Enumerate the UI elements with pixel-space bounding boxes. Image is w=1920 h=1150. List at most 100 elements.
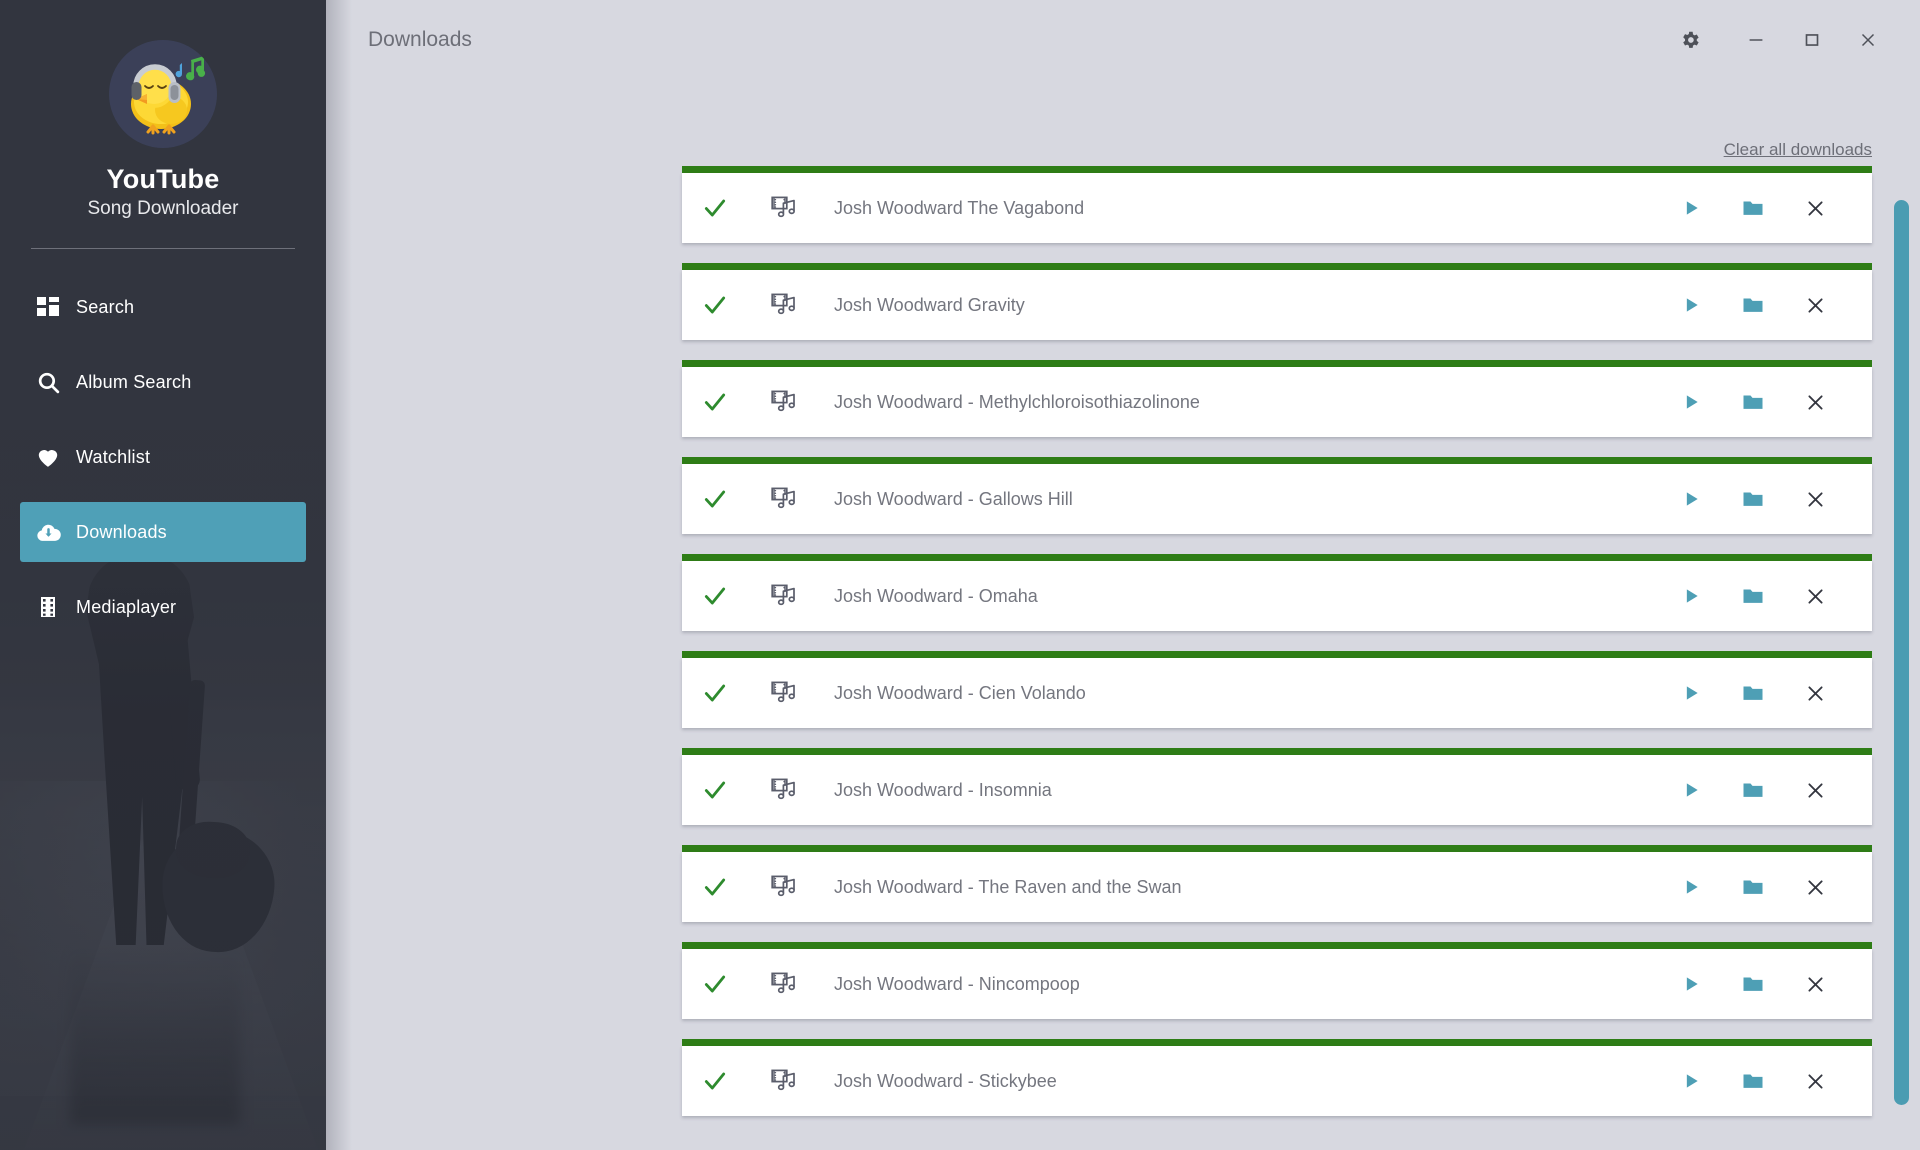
- sidebar-item-watchlist[interactable]: Watchlist: [20, 427, 306, 487]
- play-icon[interactable]: [1660, 857, 1722, 917]
- maximize-button[interactable]: [1784, 20, 1840, 64]
- close-icon[interactable]: [1784, 178, 1846, 238]
- download-row[interactable]: Josh Woodward - Cien Volando: [682, 651, 1872, 728]
- brand-subtitle: Song Downloader: [87, 198, 239, 219]
- close-icon[interactable]: [1784, 372, 1846, 432]
- download-row[interactable]: Josh Woodward - Stickybee: [682, 1039, 1872, 1116]
- download-progress-bar: [682, 942, 1872, 949]
- downloads-scrollbar-thumb[interactable]: [1894, 200, 1909, 1105]
- sidebar-nav: Search Album Search Watchlist Downloads …: [0, 277, 326, 637]
- play-icon[interactable]: [1660, 1051, 1722, 1111]
- folder-icon[interactable]: [1722, 372, 1784, 432]
- download-actions: [1660, 469, 1872, 529]
- close-icon[interactable]: [1784, 1051, 1846, 1111]
- download-progress-bar: [682, 651, 1872, 658]
- download-row[interactable]: Josh Woodward Gravity: [682, 263, 1872, 340]
- download-row[interactable]: Josh Woodward - Insomnia: [682, 748, 1872, 825]
- main-panel: Downloads Clear all downloads Josh Woodw…: [326, 0, 1920, 1150]
- check-icon: [682, 1068, 748, 1094]
- sidebar-item-album-search[interactable]: Album Search: [20, 352, 306, 412]
- check-icon: [682, 971, 748, 997]
- folder-icon[interactable]: [1722, 954, 1784, 1014]
- close-icon[interactable]: [1784, 760, 1846, 820]
- download-row[interactable]: Josh Woodward - Methylchloroisothiazolin…: [682, 360, 1872, 437]
- download-progress-bar: [682, 166, 1872, 173]
- settings-button[interactable]: [1662, 20, 1718, 64]
- download-actions: [1660, 954, 1872, 1014]
- close-icon[interactable]: [1784, 469, 1846, 529]
- downloads-list: Josh Woodward The Vagabond Josh Woodward…: [326, 166, 1920, 1128]
- film-icon: [20, 595, 76, 619]
- folder-icon[interactable]: [1722, 178, 1784, 238]
- download-actions: [1660, 275, 1872, 335]
- play-icon[interactable]: [1660, 275, 1722, 335]
- download-row[interactable]: Josh Woodward The Vagabond: [682, 166, 1872, 243]
- folder-icon[interactable]: [1722, 760, 1784, 820]
- play-icon[interactable]: [1660, 372, 1722, 432]
- video-music-file-icon: [748, 1066, 820, 1096]
- video-music-file-icon: [748, 872, 820, 902]
- downloads-scrollbar[interactable]: [1890, 170, 1912, 1150]
- clear-all-downloads-link[interactable]: Clear all downloads: [1724, 140, 1872, 160]
- download-actions: [1660, 178, 1872, 238]
- play-icon[interactable]: [1660, 566, 1722, 626]
- download-progress-bar: [682, 748, 1872, 755]
- folder-icon[interactable]: [1722, 275, 1784, 335]
- sidebar-item-downloads[interactable]: Downloads: [20, 502, 306, 562]
- download-title: Josh Woodward - Cien Volando: [834, 682, 1086, 703]
- folder-icon[interactable]: [1722, 1051, 1784, 1111]
- folder-icon[interactable]: [1722, 566, 1784, 626]
- download-title: Josh Woodward - Omaha: [834, 585, 1038, 606]
- minimize-button[interactable]: [1728, 20, 1784, 64]
- minimize-icon: [1745, 29, 1767, 56]
- close-icon[interactable]: [1784, 663, 1846, 723]
- download-cloud-icon: [20, 519, 76, 546]
- check-icon: [682, 195, 748, 221]
- grid-icon: [20, 295, 76, 319]
- download-progress-bar: [682, 845, 1872, 852]
- gear-icon: [1679, 29, 1701, 56]
- check-icon: [682, 389, 748, 415]
- download-title: Josh Woodward - Nincompoop: [834, 973, 1080, 994]
- download-card: Josh Woodward - Cien Volando: [682, 658, 1872, 728]
- play-icon[interactable]: [1660, 760, 1722, 820]
- download-card: Josh Woodward - Insomnia: [682, 755, 1872, 825]
- close-icon[interactable]: [1784, 857, 1846, 917]
- download-actions: [1660, 566, 1872, 626]
- download-title: Josh Woodward - Stickybee: [834, 1070, 1057, 1091]
- download-row[interactable]: Josh Woodward - Omaha: [682, 554, 1872, 631]
- download-card: Josh Woodward - Gallows Hill: [682, 464, 1872, 534]
- check-icon: [682, 486, 748, 512]
- close-button[interactable]: [1840, 20, 1896, 64]
- close-icon[interactable]: [1784, 566, 1846, 626]
- download-row[interactable]: Josh Woodward - Gallows Hill: [682, 457, 1872, 534]
- download-actions: [1660, 372, 1872, 432]
- download-card: Josh Woodward - Nincompoop: [682, 949, 1872, 1019]
- search-icon: [20, 370, 76, 395]
- play-icon[interactable]: [1660, 469, 1722, 529]
- check-icon: [682, 680, 748, 706]
- download-title: Josh Woodward Gravity: [834, 294, 1025, 315]
- sidebar: YouTube Song Downloader Search Album Sea…: [0, 0, 326, 1150]
- folder-icon[interactable]: [1722, 663, 1784, 723]
- sidebar-item-search[interactable]: Search: [20, 277, 306, 337]
- download-actions: [1660, 1051, 1872, 1111]
- video-music-file-icon: [748, 678, 820, 708]
- download-row[interactable]: Josh Woodward - The Raven and the Swan: [682, 845, 1872, 922]
- folder-icon[interactable]: [1722, 469, 1784, 529]
- close-icon[interactable]: [1784, 275, 1846, 335]
- download-progress-bar: [682, 554, 1872, 561]
- download-card: Josh Woodward - The Raven and the Swan: [682, 852, 1872, 922]
- download-actions: [1660, 760, 1872, 820]
- download-title: Josh Woodward - The Raven and the Swan: [834, 876, 1182, 897]
- close-icon[interactable]: [1784, 954, 1846, 1014]
- play-icon[interactable]: [1660, 178, 1722, 238]
- play-icon[interactable]: [1660, 954, 1722, 1014]
- download-progress-bar: [682, 360, 1872, 367]
- sidebar-item-mediaplayer[interactable]: Mediaplayer: [20, 577, 306, 637]
- download-row[interactable]: Josh Woodward - Nincompoop: [682, 942, 1872, 1019]
- folder-icon[interactable]: [1722, 857, 1784, 917]
- play-icon[interactable]: [1660, 663, 1722, 723]
- download-actions: [1660, 857, 1872, 917]
- check-icon: [682, 583, 748, 609]
